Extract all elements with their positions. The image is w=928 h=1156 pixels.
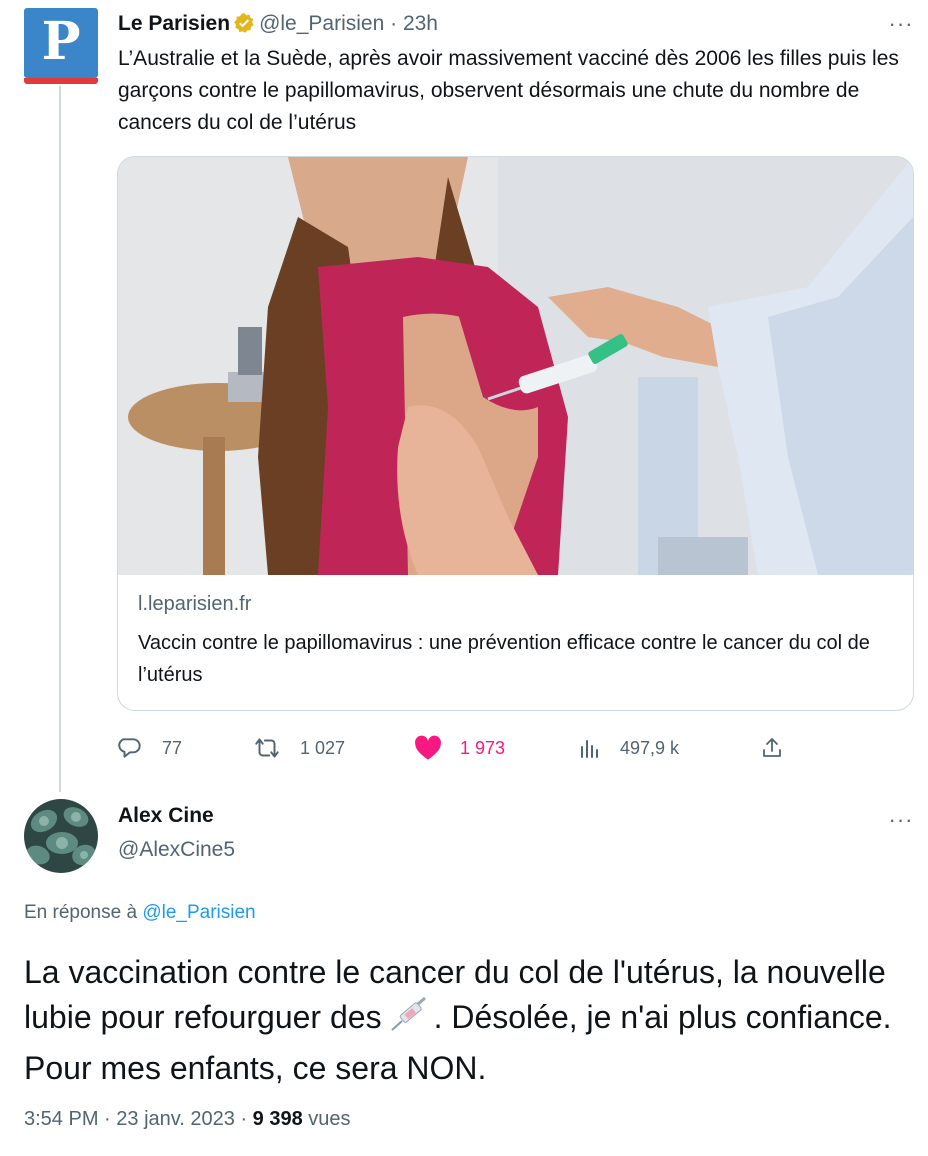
reply-author-handle[interactable]: @AlexCine5 — [118, 838, 235, 862]
card-domain: l.leparisien.fr — [138, 593, 252, 615]
views-icon — [581, 740, 598, 758]
views-count: 497,9 k — [620, 737, 680, 758]
thread-line — [59, 86, 61, 792]
tweet-time[interactable]: 3:54 PM — [24, 1108, 98, 1130]
share-action[interactable] — [760, 730, 784, 766]
tweet-meta: 3:54 PM · 23 janv. 2023 · 9 398 vues — [24, 1108, 351, 1130]
retweet-icon — [255, 738, 279, 758]
original-tweet-header: Le Parisien @le_Parisien · 23h — [118, 9, 438, 43]
views-action[interactable]: 497,9 k — [578, 730, 679, 766]
like-icon — [415, 735, 441, 760]
retweet-action[interactable]: 1 027 — [252, 730, 345, 766]
original-tweet-text: L’Australie et la Suède, après avoir mas… — [118, 47, 899, 134]
views-label: vues — [308, 1108, 351, 1130]
more-icon[interactable]: ··· — [884, 13, 918, 35]
reply-icon — [118, 738, 141, 758]
like-action[interactable]: 1 973 — [414, 730, 505, 766]
replying-to-link[interactable]: @le_Parisien — [142, 902, 255, 923]
like-count: 1 973 — [460, 737, 506, 758]
views-count: 9 398 — [252, 1108, 303, 1130]
more-icon[interactable]: ··· — [884, 809, 918, 831]
reply-action[interactable]: 77 — [118, 730, 182, 766]
syringe-icon — [388, 996, 428, 1046]
reply-text: La vaccination contre le cancer du col d… — [24, 954, 892, 1086]
card-image — [118, 157, 913, 575]
tweet-time[interactable]: 23h — [403, 12, 438, 35]
card-title: Vaccin contre le papillomavirus : une pr… — [138, 632, 870, 686]
verified-badge-icon — [233, 12, 255, 43]
le-parisien-avatar[interactable]: P — [24, 8, 98, 84]
share-icon — [763, 738, 781, 757]
author-name[interactable]: Le Parisien — [118, 12, 230, 35]
author-handle[interactable]: @le_Parisien — [259, 12, 384, 35]
reply-count: 77 — [162, 737, 183, 758]
tweet-date[interactable]: 23 janv. 2023 — [116, 1108, 235, 1130]
link-card[interactable]: l.leparisien.fr Vaccin contre le papillo… — [117, 156, 914, 711]
alex-cine-avatar[interactable] — [24, 799, 98, 873]
retweet-count: 1 027 — [300, 737, 346, 758]
reply-author-name[interactable]: Alex Cine — [118, 804, 214, 828]
replying-to: En réponse à @le_Parisien — [24, 902, 256, 923]
